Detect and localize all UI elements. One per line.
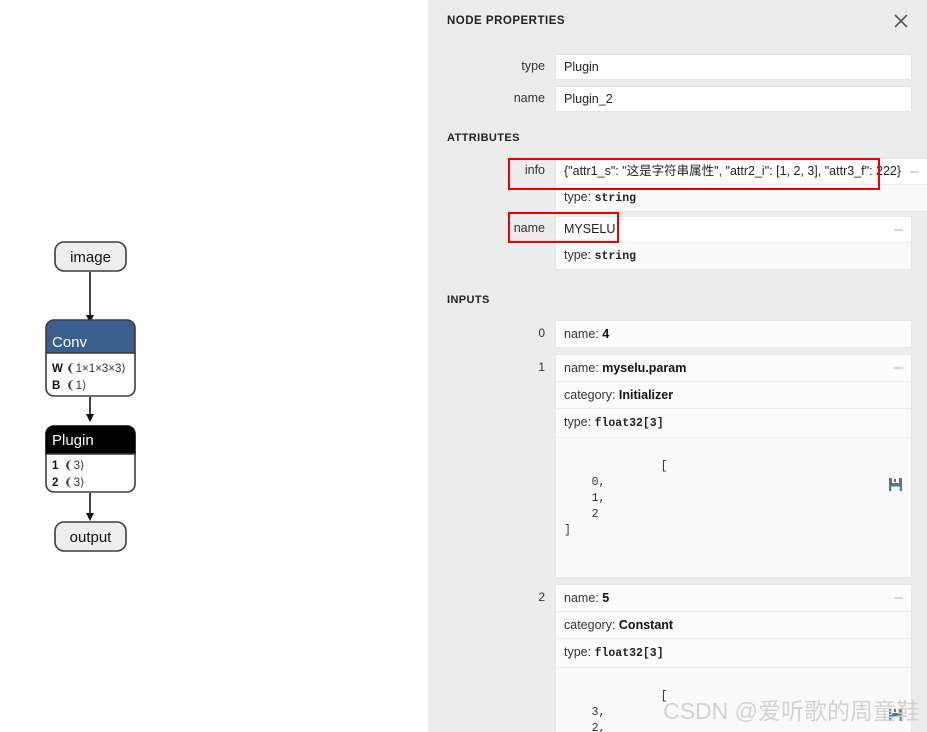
attribute-type-info: type: string [555,184,927,212]
graph-node-conv-title: Conv [52,334,88,351]
input-item-2: 2 name: 5 category: Constant type: float… [428,584,927,732]
input-1-line-name[interactable]: name: myselu.param [556,355,911,382]
input-2-type-prefix: type: [564,645,592,659]
panel-header: NODE PROPERTIES [428,0,927,46]
input-index-1: 1 [538,360,545,374]
graph-node-plugin-attr-1-value: ❨3⟩ [64,476,85,489]
input-2-category-prefix: category: [564,618,616,632]
input-item-0: 0 name: 4 [428,320,927,348]
attribute-label-name: name [513,221,545,235]
graph-node-conv[interactable]: Conv W ❨1×1×3×3⟩ B ❨1⟩ [45,319,136,397]
input-1-array-value[interactable]: [ 0, 1, 2 ] [556,438,911,577]
attribute-value-name[interactable]: MYSELU [555,216,912,242]
graph-node-plugin-attr-0-key: 1 [52,460,59,472]
input-2-line-category: category: Constant [556,612,911,639]
graph-node-output[interactable]: output [54,521,127,552]
graph-node-image[interactable]: image [54,241,127,272]
attribute-type-info-value: string [594,192,637,205]
collapse-indicator-icon[interactable] [894,367,903,369]
attribute-item-info: info {"attr1_s": "这是字符串属性", "attr2_i": [… [428,158,927,212]
property-row-name: name Plugin_2 [428,86,927,112]
graph-node-plugin-attr-1-key: 2 [52,477,58,489]
app-root: image Conv W ❨1×1×3×3⟩ B ❨1⟩ Plugin 1 ❨3… [0,0,927,732]
input-1-line-category: category: Initializer [556,382,911,409]
input-index-2: 2 [538,590,545,604]
attribute-label-info: info [524,163,545,177]
property-row-type: type Plugin [428,54,927,80]
graph-node-conv-attr-1-key: B [52,380,60,392]
save-icon[interactable] [888,445,903,491]
property-value-type[interactable]: Plugin [555,54,912,80]
collapse-indicator-icon[interactable] [894,228,903,231]
save-icon[interactable] [888,675,903,721]
input-1-array-text: [ 0, 1, 2 ] [564,460,668,537]
graph-node-output-label: output [70,529,113,546]
input-2-name-prefix: name: [564,591,599,605]
graph-node-conv-attr-0-key: W [52,363,63,375]
input-0-name-value: 4 [602,327,610,341]
input-2-line-name[interactable]: name: 5 [556,585,911,612]
graph-node-conv-attr-1-value: ❨1⟩ [66,379,87,392]
input-item-1: 1 name: myselu.param category: Initializ… [428,354,927,578]
input-2-type-value: float32[3] [594,647,664,660]
attribute-value-info[interactable]: {"attr1_s": "这是字符串属性", "attr2_i": [1, 2,… [555,158,927,184]
input-2-array-value[interactable]: [ 3, 2, 1 ] [556,668,911,732]
property-value-name[interactable]: Plugin_2 [555,86,912,112]
attribute-value-info-text: {"attr1_s": "这是字符串属性", "attr2_i": [1, 2,… [564,164,902,178]
input-0-line-name[interactable]: name: 4 [556,321,911,347]
property-label-name: name [513,91,545,105]
close-icon[interactable] [891,11,911,31]
collapse-indicator-icon[interactable] [894,597,903,599]
input-2-line-type: type: float32[3] [556,639,911,668]
page-title: NODE PROPERTIES [447,15,566,27]
inputs-section: INPUTS 0 name: 4 1 name: myselu.param ca… [428,294,927,732]
graph-node-image-label: image [70,249,111,266]
input-2-array-text: [ 3, 2, 1 ] [591,690,668,732]
attribute-type-info-prefix: type: [564,190,592,204]
attribute-type-name-prefix: type: [564,248,592,262]
input-1-category-value: Initializer [618,388,674,402]
input-1-category-prefix: category: [564,388,616,402]
collapse-indicator-icon[interactable] [910,170,920,173]
attributes-section-title: ATTRIBUTES [447,132,520,144]
input-2-name-value: 5 [602,591,610,605]
model-graph-canvas[interactable]: image Conv W ❨1×1×3×3⟩ B ❨1⟩ Plugin 1 ❨3… [0,0,428,732]
inputs-section-title: INPUTS [447,294,490,306]
input-1-name-value: myselu.param [602,361,687,375]
node-properties-fields: type Plugin name Plugin_2 [428,54,927,112]
input-1-name-prefix: name: [564,361,599,375]
attribute-type-name-value: string [594,250,637,263]
input-1-line-type: type: float32[3] [556,409,911,438]
attributes-section: ATTRIBUTES info {"attr1_s": "这是字符串属性", "… [428,132,927,270]
attribute-type-name: type: string [555,242,912,270]
input-0-name-prefix: name: [564,327,599,341]
input-index-0: 0 [538,326,545,340]
input-1-type-value: float32[3] [594,417,664,430]
graph-node-plugin[interactable]: Plugin 1 ❨3⟩ 2 ❨3⟩ [45,425,136,493]
graph-node-conv-attr-0-value: ❨1×1×3×3⟩ [66,362,126,375]
node-properties-panel: NODE PROPERTIES type Plugin name Plugin_… [428,0,927,732]
graph-node-plugin-body [45,453,136,493]
graph-node-plugin-attr-0-value: ❨3⟩ [64,459,85,472]
property-label-type: type [521,59,545,73]
input-1-type-prefix: type: [564,415,592,429]
graph-node-plugin-title: Plugin [52,432,94,449]
attribute-value-name-text: MYSELU [564,222,616,236]
input-2-category-value: Constant [618,618,674,632]
attribute-item-name: name MYSELU type: string [428,216,927,270]
